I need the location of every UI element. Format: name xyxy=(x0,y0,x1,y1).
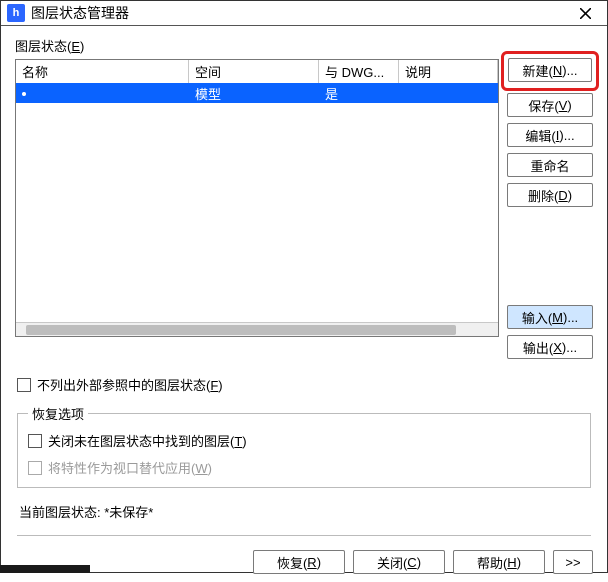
layer-states-table[interactable]: 名称 空间 与 DWG... 说明 模型 是 xyxy=(15,59,499,337)
cell-space: 模型 xyxy=(189,83,319,105)
close-dialog-button[interactable]: 关闭(C) xyxy=(353,550,445,574)
cell-name xyxy=(16,84,189,103)
restore-options-legend: 恢复选项 xyxy=(28,404,88,423)
help-button[interactable]: 帮助(H) xyxy=(453,550,545,574)
separator xyxy=(17,535,591,536)
restore-button[interactable]: 恢复(R) xyxy=(253,550,345,574)
cell-desc xyxy=(399,91,498,95)
table-row[interactable]: 模型 是 xyxy=(16,83,498,103)
apply-viewport-label: 将特性作为视口替代应用(W) xyxy=(48,458,212,477)
window-title: 图层状态管理器 xyxy=(31,3,569,23)
apply-viewport-checkbox xyxy=(28,461,42,475)
restore-options-group: 恢复选项 关闭未在图层状态中找到的图层(T) 将特性作为视口替代应用(W) xyxy=(17,404,591,488)
apply-viewport-row: 将特性作为视口替代应用(W) xyxy=(28,458,580,477)
save-button[interactable]: 保存(V) xyxy=(507,93,593,117)
taskbar-peek xyxy=(0,565,90,573)
close-unfound-checkbox[interactable] xyxy=(28,434,42,448)
delete-button[interactable]: 删除(D) xyxy=(507,183,593,207)
new-button[interactable]: 新建(N)... xyxy=(508,58,592,82)
app-icon: h xyxy=(7,4,25,22)
close-unfound-row[interactable]: 关闭未在图层状态中找到的图层(T) xyxy=(28,431,580,450)
annotation-highlight: 新建(N)... xyxy=(501,51,599,91)
row-indicator-icon xyxy=(22,92,26,96)
rename-button[interactable]: 重命名 xyxy=(507,153,593,177)
hide-xref-checkbox[interactable] xyxy=(17,378,31,392)
table-header: 名称 空间 与 DWG... 说明 xyxy=(16,60,498,83)
titlebar: h 图层状态管理器 xyxy=(1,1,607,26)
horizontal-scrollbar[interactable] xyxy=(16,322,498,336)
more-button[interactable]: >> xyxy=(553,550,593,574)
side-buttons: 新建(N)... 保存(V) 编辑(I)... 重命名 删除(D) 输入(M).… xyxy=(507,59,593,365)
col-name[interactable]: 名称 xyxy=(16,60,189,83)
current-state-label: 当前图层状态: xyxy=(19,505,104,520)
edit-button[interactable]: 编辑(I)... xyxy=(507,123,593,147)
close-icon xyxy=(580,8,591,19)
cell-dwg: 是 xyxy=(319,83,399,105)
hide-xref-row[interactable]: 不列出外部参照中的图层状态(F) xyxy=(17,375,591,394)
col-space[interactable]: 空间 xyxy=(189,60,319,83)
bottom-bar: 恢复(R) 关闭(C) 帮助(H) >> xyxy=(7,544,601,582)
close-button[interactable] xyxy=(569,1,601,25)
scrollbar-thumb[interactable] xyxy=(26,325,456,335)
export-button[interactable]: 输出(X)... xyxy=(507,335,593,359)
current-state: 当前图层状态: *未保存* xyxy=(17,498,591,521)
close-unfound-label: 关闭未在图层状态中找到的图层(T) xyxy=(48,431,247,450)
import-button[interactable]: 输入(M)... xyxy=(507,305,593,329)
table-body[interactable]: 模型 是 xyxy=(16,83,498,322)
current-state-value: *未保存* xyxy=(104,505,153,520)
col-desc[interactable]: 说明 xyxy=(399,60,498,83)
col-dwg[interactable]: 与 DWG... xyxy=(319,60,399,83)
hide-xref-label: 不列出外部参照中的图层状态(F) xyxy=(37,375,223,394)
